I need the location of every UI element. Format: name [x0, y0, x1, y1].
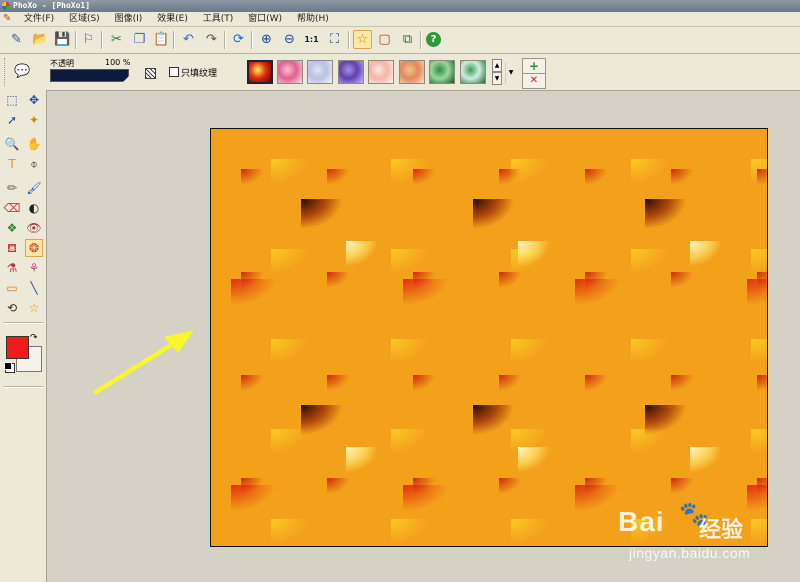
watermark-url: jingyan.baidu.com: [629, 545, 751, 561]
watermark-tag: 经验: [699, 518, 744, 543]
watermark-brand: Bai: [618, 506, 665, 537]
foreground-color-swatch[interactable]: [6, 336, 29, 359]
baidu-jingyan-watermark: Bai 🐾 经验 jingyan.baidu.com: [613, 492, 763, 572]
